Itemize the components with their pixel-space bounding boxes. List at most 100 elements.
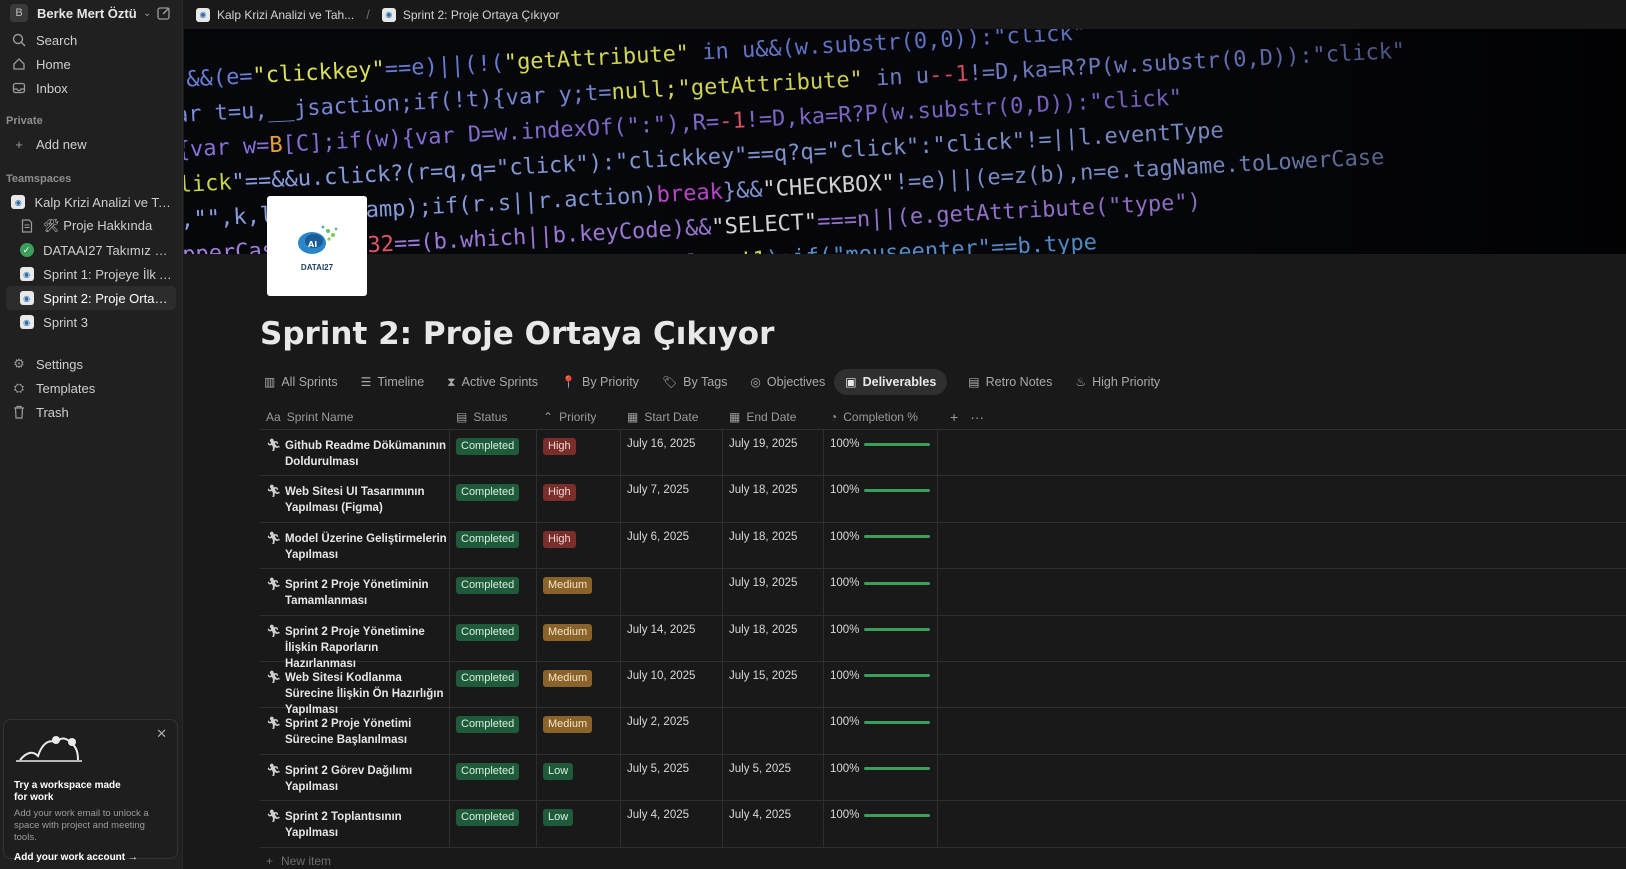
sidebar-templates[interactable]: ⛭ Templates [6, 376, 176, 400]
tab-by-tags[interactable]: 🏷 By Tags [660, 369, 729, 395]
table-row[interactable]: 🏃︎ Sprint 2 Proje Yönetimine İlişkin Rapo… [260, 615, 1626, 670]
sidebar-trash[interactable]: Trash [6, 400, 176, 424]
header-start-date[interactable]: ▦ Start Date [621, 404, 723, 430]
workspace-switcher[interactable]: B Berke Mert Öztür... ⌄ [6, 0, 176, 26]
cell-sprint-name[interactable]: 🏃︎ Sprint 2 Görev Dağılımı Yapılması [260, 754, 450, 801]
header-completion[interactable]: ◔ Completion % [824, 404, 938, 430]
sidebar-search[interactable]: Search [6, 28, 176, 52]
cell-sprint-name[interactable]: 🏃︎ Web Sitesi Kodlanma Sürecine İlişkin Ö… [260, 661, 450, 716]
cell-priority[interactable]: Medium [537, 569, 621, 615]
cell-status[interactable]: Completed [450, 661, 537, 708]
cell-sprint-name[interactable]: 🏃︎ Sprint 2 Proje Yönetimine İlişkin Rapo… [260, 615, 450, 670]
cell-start-date[interactable]: July 5, 2025 [621, 754, 723, 801]
sidebar-page-dataai27[interactable]: ✓ DATAAI27 Takımız ve Gör... [6, 238, 176, 262]
tab-deliverables[interactable]: ▣ Deliverables [834, 369, 948, 395]
header-sprint-name[interactable]: Aa Sprint Name [260, 404, 450, 430]
cell-priority[interactable]: Medium [537, 661, 621, 708]
cell-priority[interactable]: Medium [537, 708, 621, 754]
cell-status[interactable]: Completed [450, 801, 537, 847]
cell-completion[interactable]: 100% [824, 754, 938, 801]
cell-status[interactable]: Completed [450, 754, 537, 801]
page-icon-logo[interactable]: AI DATAI27 [267, 196, 367, 296]
cell-end-date[interactable]: July 18, 2025 [723, 476, 824, 522]
sidebar-teamspace[interactable]: ◉ Kalp Krizi Analizi ve Tahmini [6, 190, 176, 214]
cell-sprint-name[interactable]: 🏃︎ Sprint 2 Toplantısının Yapılması [260, 801, 450, 847]
cell-start-date[interactable]: July 14, 2025 [621, 615, 723, 661]
cell-completion[interactable]: 100% [824, 476, 938, 522]
page-title[interactable]: Sprint 2: Proje Ortaya Çıkıyor [260, 316, 774, 352]
sidebar-settings[interactable]: ⚙ Settings [6, 352, 176, 376]
cell-priority[interactable]: Medium [537, 615, 621, 661]
add-property-icon[interactable]: + [950, 409, 958, 425]
cell-start-date[interactable]: July 7, 2025 [621, 476, 723, 522]
cell-completion[interactable]: 100% [824, 430, 938, 476]
cell-completion[interactable]: 100% [824, 801, 938, 847]
cell-priority[interactable]: Low [537, 754, 621, 801]
tab-all-sprints[interactable]: ▥ All Sprints [262, 369, 340, 395]
cell-status[interactable]: Completed [450, 476, 537, 522]
cell-sprint-name[interactable]: 🏃︎ Sprint 2 Proje Yönetimi Sürecine Başla… [260, 708, 450, 754]
cell-end-date[interactable]: July 19, 2025 [723, 569, 824, 615]
table-row[interactable]: 🏃︎ Sprint 2 Proje Yönetiminin Tamamlanmas… [260, 569, 1626, 616]
cell-end-date[interactable]: July 19, 2025 [723, 430, 824, 476]
cell-start-date[interactable]: July 10, 2025 [621, 661, 723, 708]
cell-sprint-name[interactable]: 🏃︎ Sprint 2 Proje Yönetiminin Tamamlanmas… [260, 569, 450, 615]
cell-sprint-name[interactable]: 🏃︎ Web Sitesi UI Tasarımının Yapılması (F… [260, 476, 450, 522]
table-row[interactable]: 🏃︎ Sprint 2 Toplantısının Yapılması Comple… [260, 801, 1626, 848]
cell-status[interactable]: Completed [450, 522, 537, 569]
header-priority[interactable]: ⌃ Priority [537, 404, 621, 430]
cover-image[interactable]: }}&&(e="clickkey"==e)||(!("getAttribute"… [184, 29, 1626, 254]
breadcrumb-current-page[interactable]: ◉ Sprint 2: Proje Ortaya Çıkıyor [381, 7, 560, 22]
cell-status[interactable]: Completed [450, 569, 537, 615]
cell-start-date[interactable] [621, 569, 723, 615]
sidebar-page-sprint-1[interactable]: ◉ Sprint 1: Projeye İlk Adım [6, 262, 176, 286]
cell-end-date[interactable]: July 4, 2025 [723, 801, 824, 847]
cell-start-date[interactable]: July 16, 2025 [621, 430, 723, 476]
cell-end-date[interactable]: July 18, 2025 [723, 522, 824, 569]
breadcrumb-teamspace[interactable]: ◉ Kalp Krizi Analizi ve Tah... [196, 7, 354, 22]
tab-active-sprints[interactable]: ⧗ Active Sprints [445, 369, 540, 395]
new-page-icon[interactable] [156, 5, 172, 21]
cell-completion[interactable]: 100% [824, 661, 938, 708]
sidebar-page-sprint-3[interactable]: ◉ Sprint 3 [6, 310, 176, 334]
cell-end-date[interactable]: July 15, 2025 [723, 661, 824, 708]
cell-completion[interactable]: 100% [824, 569, 938, 615]
close-icon[interactable]: ✕ [156, 726, 167, 742]
header-end-date[interactable]: ▦ End Date [723, 404, 824, 430]
cell-start-date[interactable]: July 2, 2025 [621, 708, 723, 754]
cell-priority[interactable]: High [537, 430, 621, 476]
cell-priority[interactable]: High [537, 522, 621, 569]
tab-by-priority[interactable]: 📍 By Priority [559, 369, 641, 395]
sidebar-home[interactable]: Home [6, 52, 176, 76]
table-row[interactable]: 🏃︎ Sprint 2 Görev Dağılımı Yapılması Compl… [260, 754, 1626, 802]
sidebar-add-new[interactable]: + Add new [6, 132, 176, 156]
sidebar-page-sprint-2[interactable]: ◉ Sprint 2: Proje Ortaya Çı... [6, 286, 176, 310]
cell-start-date[interactable]: July 6, 2025 [621, 522, 723, 569]
table-row[interactable]: 🏃︎ Web Sitesi UI Tasarımının Yapılması (F… [260, 476, 1626, 523]
cell-completion[interactable]: 100% [824, 708, 938, 754]
cell-sprint-name[interactable]: 🏃︎ Github Readme Dökümanının Doldurulması [260, 430, 450, 476]
tab-retro-notes[interactable]: ▤ Retro Notes [966, 369, 1054, 395]
tab-objectives[interactable]: ◎ Objectives [748, 369, 827, 395]
cell-sprint-name[interactable]: 🏃︎ Model Üzerine Geliştirmelerin Yapılmas… [260, 522, 450, 569]
sidebar-inbox[interactable]: Inbox [6, 76, 176, 100]
more-options-icon[interactable]: ··· [970, 409, 984, 425]
cell-end-date[interactable] [723, 708, 824, 754]
cell-priority[interactable]: High [537, 476, 621, 522]
cell-priority[interactable]: Low [537, 801, 621, 847]
cell-completion[interactable]: 100% [824, 522, 938, 569]
cell-end-date[interactable]: July 18, 2025 [723, 615, 824, 661]
cell-end-date[interactable]: July 5, 2025 [723, 754, 824, 801]
header-status[interactable]: ▤ Status [450, 404, 537, 430]
new-item-button[interactable]: + New item [260, 848, 1626, 869]
table-row[interactable]: 🏃︎ Model Üzerine Geliştirmelerin Yapılmas… [260, 522, 1626, 570]
cell-start-date[interactable]: July 4, 2025 [621, 801, 723, 847]
add-work-account-link[interactable]: Add your work account → [14, 852, 167, 863]
tab-timeline[interactable]: ☰ Timeline [359, 369, 427, 395]
tab-high-priority[interactable]: ♨ High Priority [1073, 369, 1162, 395]
table-row[interactable]: 🏃︎ Web Sitesi Kodlanma Sürecine İlişkin Ö… [260, 661, 1626, 716]
cell-status[interactable]: Completed [450, 430, 537, 476]
cell-status[interactable]: Completed [450, 708, 537, 754]
chevron-down-icon[interactable]: ⌄ [143, 8, 151, 19]
table-row[interactable]: 🏃︎ Github Readme Dökümanının Doldurulması… [260, 430, 1626, 477]
